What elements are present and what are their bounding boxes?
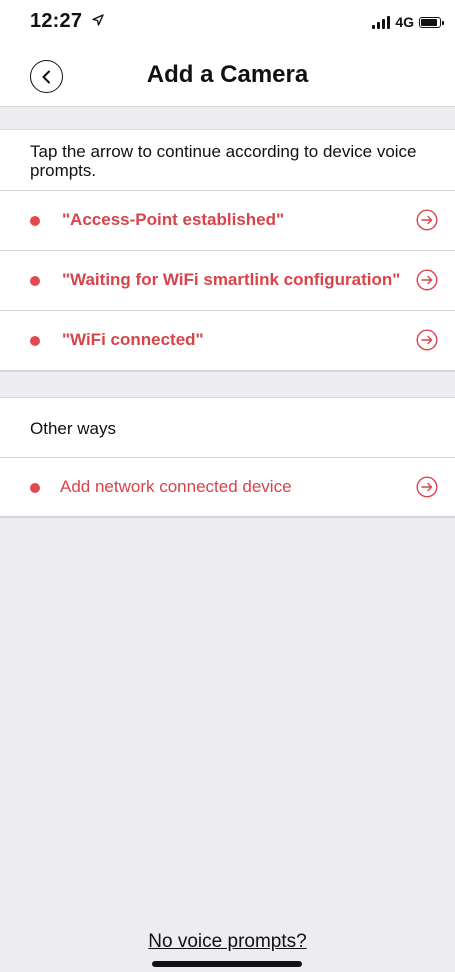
status-bar: 12:27 4G <box>0 0 455 48</box>
bullet-icon <box>30 336 40 346</box>
network-label: 4G <box>395 14 414 30</box>
home-indicator[interactable] <box>152 961 302 967</box>
no-voice-prompts-link[interactable]: No voice prompts? <box>0 931 455 953</box>
voice-prompt-label: "WiFi connected" <box>62 330 204 349</box>
voice-prompt-label: "Waiting for WiFi smartlink configuratio… <box>62 270 401 289</box>
section-spacer <box>0 371 455 398</box>
location-icon <box>92 14 104 26</box>
other-way-label: Add network connected device <box>60 477 292 496</box>
arrow-right-circle-icon[interactable] <box>416 269 438 291</box>
bullet-icon <box>30 216 40 226</box>
voice-prompt-item[interactable]: "Waiting for WiFi smartlink configuratio… <box>0 250 455 310</box>
time-label: 12:27 <box>30 10 83 32</box>
battery-icon <box>419 16 444 28</box>
voice-prompt-item[interactable]: "WiFi connected" <box>0 310 455 371</box>
voice-prompt-item[interactable]: "Access-Point established" <box>0 190 455 250</box>
arrow-right-circle-icon[interactable] <box>416 476 438 498</box>
bullet-icon <box>30 276 40 286</box>
other-way-item[interactable]: Add network connected device <box>0 457 455 517</box>
signal-icon <box>372 15 391 29</box>
status-indicators: 4G <box>372 14 444 30</box>
content-background <box>0 517 455 972</box>
nav-bar: Add a Camera <box>0 48 455 106</box>
voice-prompt-label: "Access-Point established" <box>62 210 285 229</box>
arrow-right-circle-icon[interactable] <box>416 329 438 351</box>
section-heading: Other ways <box>30 419 116 438</box>
instruction-text: Tap the arrow to continue according to d… <box>30 142 417 180</box>
page-title: Add a Camera <box>146 61 309 88</box>
bullet-icon <box>30 483 40 493</box>
status-time: 12:27 <box>30 10 104 33</box>
arrow-right-circle-icon[interactable] <box>416 209 438 231</box>
section-spacer <box>0 106 455 130</box>
